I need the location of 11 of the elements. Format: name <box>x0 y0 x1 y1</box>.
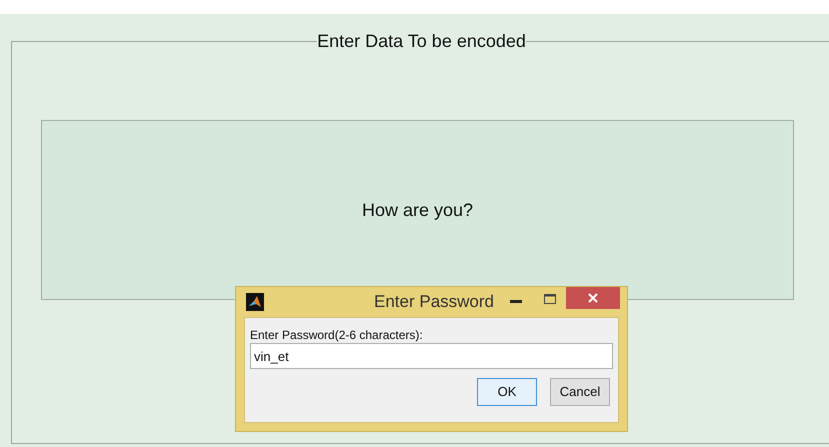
message-text: How are you? <box>362 198 474 222</box>
group-title: Enter Data To be encoded <box>317 30 526 52</box>
dialog-title: Enter Password <box>374 291 494 314</box>
maximize-icon[interactable] <box>544 294 556 304</box>
ok-button[interactable]: OK <box>477 378 537 406</box>
close-icon <box>588 293 598 303</box>
app-icon <box>246 293 264 311</box>
close-button[interactable] <box>566 287 620 309</box>
cancel-button[interactable]: Cancel <box>550 378 610 406</box>
prompt-label: Enter Password(2-6 characters): <box>250 328 424 342</box>
password-field[interactable]: vin_et <box>250 343 613 369</box>
